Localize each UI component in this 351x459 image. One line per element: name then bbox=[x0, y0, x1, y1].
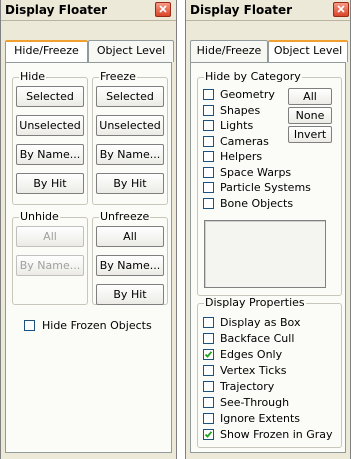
close-icon bbox=[337, 5, 345, 13]
display-property-item-checkbox[interactable] bbox=[203, 365, 214, 376]
hide-by-category-group: Hide by Category All None Invert Geometr… bbox=[197, 71, 342, 296]
unfreeze-by-name-button[interactable]: By Name... bbox=[96, 255, 164, 276]
display-floater-window-hide-freeze: Display Floater Hide/Freeze Object Level… bbox=[0, 0, 177, 459]
freeze-group: Freeze Selected Unselected By Name... By… bbox=[92, 71, 168, 205]
close-button[interactable] bbox=[155, 2, 171, 17]
unhide-group-label: Unhide bbox=[19, 210, 60, 223]
close-icon bbox=[159, 5, 167, 13]
display-property-item-checkbox[interactable] bbox=[203, 413, 214, 424]
hide-selected-button[interactable]: Selected bbox=[16, 86, 84, 107]
unhide-all-button[interactable]: All bbox=[16, 226, 84, 247]
display-properties-label: Display Properties bbox=[204, 296, 306, 309]
category-item-label: Space Warps bbox=[220, 165, 292, 179]
category-item-checkbox[interactable] bbox=[203, 135, 214, 147]
display-property-item-label: See-Through bbox=[220, 396, 290, 409]
hide-frozen-objects-label: Hide Frozen Objects bbox=[42, 319, 152, 332]
display-property-item-label: Display as Box bbox=[220, 316, 301, 329]
freeze-unselected-button[interactable]: Unselected bbox=[96, 115, 164, 136]
title-bar[interactable]: Display Floater bbox=[186, 0, 350, 21]
category-item-label: Helpers bbox=[220, 150, 263, 163]
display-property-item-label: Edges Only bbox=[220, 348, 283, 361]
tab-object-level[interactable]: Object Level bbox=[88, 40, 174, 62]
display-property-item-checkbox[interactable] bbox=[203, 397, 214, 408]
tab-object-level[interactable]: Object Level bbox=[268, 40, 348, 62]
display-property-item-label: Ignore Extents bbox=[220, 412, 301, 425]
title-bar[interactable]: Display Floater bbox=[1, 0, 176, 21]
tab-hide-freeze[interactable]: Hide/Freeze bbox=[5, 40, 88, 62]
category-item-checkbox[interactable] bbox=[203, 197, 214, 209]
unhide-group: Unhide All By Name... bbox=[12, 211, 88, 305]
unfreeze-group-label: Unfreeze bbox=[99, 210, 151, 223]
unfreeze-by-hit-button[interactable]: By Hit bbox=[96, 284, 164, 305]
category-item-label: Cameras bbox=[220, 134, 269, 148]
category-item-label: Particle Systems bbox=[220, 181, 311, 194]
display-property-item-label: Show Frozen in Gray bbox=[220, 428, 333, 441]
unfreeze-group: Unfreeze All By Name... By Hit bbox=[92, 211, 168, 305]
freeze-by-name-button[interactable]: By Name... bbox=[96, 144, 164, 165]
hide-by-category-label: Hide by Category bbox=[204, 70, 302, 83]
hide-group-label: Hide bbox=[19, 70, 47, 83]
display-property-item-checkbox[interactable] bbox=[203, 333, 214, 344]
hide-group: Hide Selected Unselected By Name... By H… bbox=[12, 71, 88, 205]
display-property-item-checkbox[interactable] bbox=[203, 349, 214, 360]
category-item-label: Shapes bbox=[220, 103, 261, 117]
category-all-button[interactable]: All bbox=[288, 88, 332, 105]
category-item-label: Lights bbox=[220, 119, 254, 132]
category-none-button[interactable]: None bbox=[288, 107, 332, 124]
category-item-label: Bone Objects bbox=[220, 196, 294, 210]
freeze-group-label: Freeze bbox=[99, 70, 137, 83]
category-item-checkbox[interactable] bbox=[203, 166, 214, 178]
display-property-item-checkbox[interactable] bbox=[203, 381, 214, 392]
freeze-by-hit-button[interactable]: By Hit bbox=[96, 173, 164, 194]
close-button[interactable] bbox=[333, 2, 349, 17]
display-properties-group: Display Properties Display as Box Backfac… bbox=[197, 297, 342, 448]
tab-panel: Hide by Category All None Invert Geometr… bbox=[190, 62, 346, 453]
check-icon bbox=[204, 351, 213, 358]
window-title: Display Floater bbox=[5, 3, 108, 17]
tab-hide-freeze[interactable]: Hide/Freeze bbox=[190, 40, 268, 62]
category-item-checkbox[interactable] bbox=[203, 151, 214, 162]
display-property-item-label: Trajectory bbox=[220, 380, 275, 393]
window-title: Display Floater bbox=[190, 3, 293, 17]
hide-by-name-button[interactable]: By Name... bbox=[16, 144, 84, 165]
hide-by-hit-button[interactable]: By Hit bbox=[16, 173, 84, 194]
hide-unselected-button[interactable]: Unselected bbox=[16, 115, 84, 136]
category-item-checkbox[interactable] bbox=[203, 120, 214, 131]
display-property-item-label: Backface Cull bbox=[220, 332, 295, 345]
category-list-box[interactable] bbox=[204, 220, 326, 288]
check-icon bbox=[204, 431, 213, 438]
unhide-by-name-button[interactable]: By Name... bbox=[16, 255, 84, 276]
category-invert-button[interactable]: Invert bbox=[288, 126, 332, 143]
tab-panel: Hide Selected Unselected By Name... By H… bbox=[5, 62, 172, 453]
hide-frozen-objects-checkbox[interactable] bbox=[24, 320, 35, 331]
category-item-checkbox[interactable] bbox=[203, 182, 214, 193]
category-item-checkbox[interactable] bbox=[203, 89, 214, 100]
display-property-item-checkbox[interactable] bbox=[203, 429, 214, 440]
display-floater-window-object-level: Display Floater Hide/Freeze Object Level… bbox=[185, 0, 351, 459]
category-item-label: Geometry bbox=[220, 88, 275, 101]
display-property-item-label: Vertex Ticks bbox=[220, 364, 287, 377]
unfreeze-all-button[interactable]: All bbox=[96, 226, 164, 247]
display-property-item-checkbox[interactable] bbox=[203, 317, 214, 328]
category-item-checkbox[interactable] bbox=[203, 104, 214, 116]
freeze-selected-button[interactable]: Selected bbox=[96, 86, 164, 107]
